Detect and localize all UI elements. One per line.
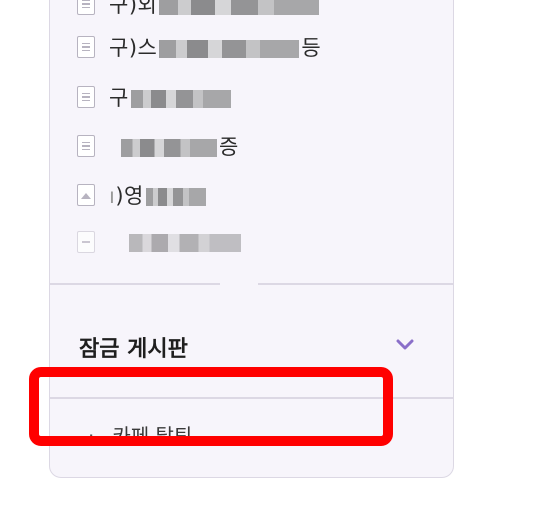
document-icon [77,86,95,108]
divider-gap [220,280,258,288]
document-icon [77,135,95,157]
board-item-label: ı)영 [109,180,208,210]
document-icon [77,231,95,253]
board-item[interactable]: 증 [77,126,239,166]
board-item[interactable] [77,222,243,262]
board-item-label: 증 [109,131,239,161]
board-item-label: 구 [109,82,233,112]
leave-cafe-label: 카페 탈퇴 [112,424,193,448]
board-item[interactable]: 구)외 [77,0,321,24]
board-item[interactable]: 구 [77,77,233,117]
section-divider [50,397,453,399]
board-item[interactable]: ı)영 [77,175,208,215]
board-item-label: 구)스 등 [109,36,322,60]
board-item[interactable]: 구)스 등 [77,27,321,67]
board-item-label: 구)외 [109,0,321,19]
locked-board-title[interactable]: 잠금 게시판 [79,331,188,363]
chevron-down-icon[interactable] [396,339,414,351]
document-icon [77,0,95,15]
image-icon [77,184,95,206]
leave-cafe-link[interactable]: · 카페 탈퇴 [88,420,192,449]
bullet: · [88,424,95,448]
board-item-label [109,230,243,254]
document-icon [77,36,95,58]
